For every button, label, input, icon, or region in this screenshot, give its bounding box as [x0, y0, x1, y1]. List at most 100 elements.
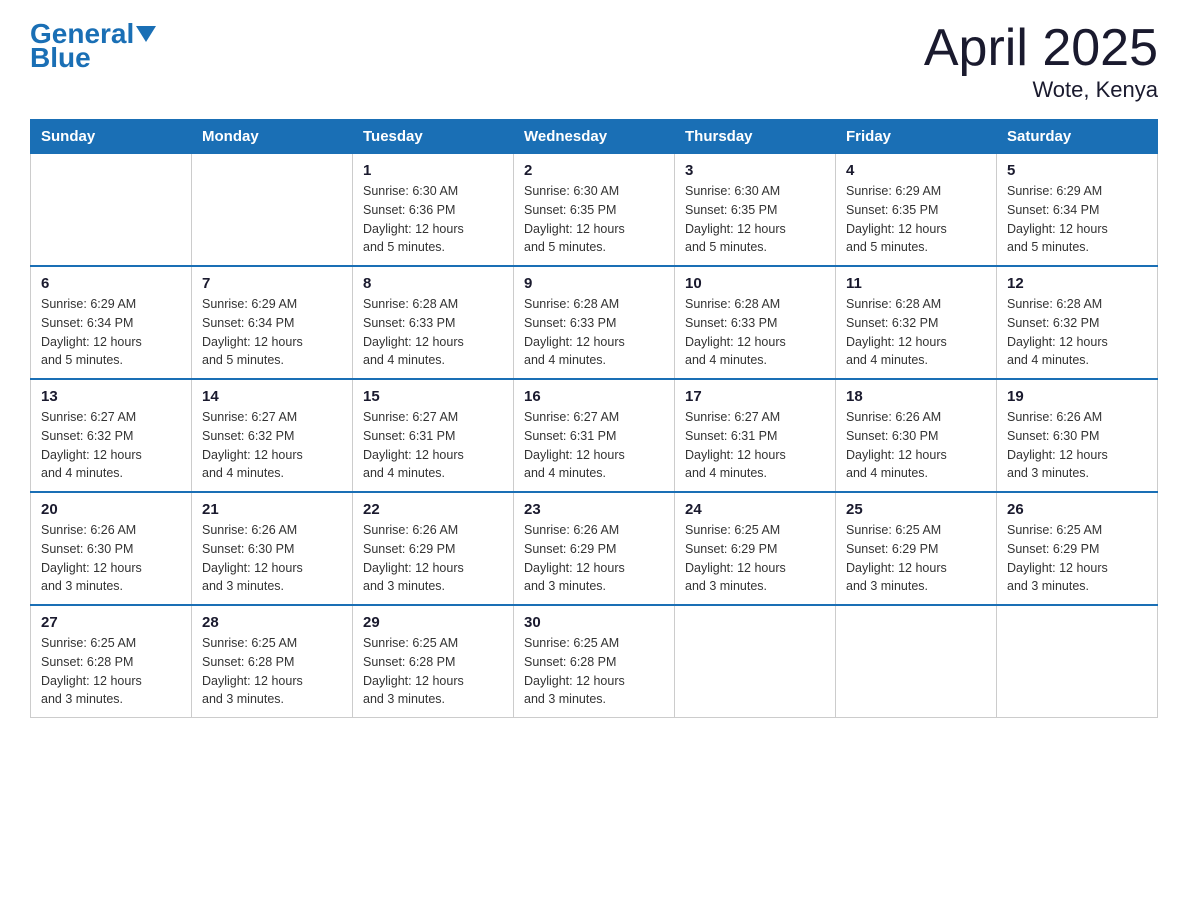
calendar-table: SundayMondayTuesdayWednesdayThursdayFrid…	[30, 119, 1158, 718]
calendar-cell: 19Sunrise: 6:26 AMSunset: 6:30 PMDayligh…	[997, 379, 1158, 492]
calendar-cell: 2 Sunrise: 6:30 AMSunset: 6:35 PMDaylight…	[514, 154, 675, 267]
calendar-cell: 6Sunrise: 6:29 AMSunset: 6:34 PMDaylight…	[31, 266, 192, 379]
calendar-cell: 4 Sunrise: 6:29 AMSunset: 6:35 PMDaylight…	[836, 154, 997, 267]
calendar-week-row: 6Sunrise: 6:29 AMSunset: 6:34 PMDaylight…	[31, 266, 1158, 379]
calendar-cell: 18Sunrise: 6:26 AMSunset: 6:30 PMDayligh…	[836, 379, 997, 492]
day-number: 25	[846, 501, 986, 518]
calendar-cell: 28 Sunrise: 6:25 AMSunset: 6:28 PMDayligh…	[192, 605, 353, 718]
day-number: 10	[685, 275, 825, 292]
calendar-cell: 20 Sunrise: 6:26 AMSunset: 6:30 PMDayligh…	[31, 492, 192, 605]
column-header-monday: Monday	[192, 120, 353, 154]
page-header: General Blue April 2025 Wote, Kenya	[30, 20, 1158, 103]
day-info: Sunrise: 6:27 AMSunset: 6:31 PMDaylight:…	[685, 408, 825, 483]
day-number: 30	[524, 614, 664, 631]
column-header-thursday: Thursday	[675, 120, 836, 154]
calendar-cell: 30 Sunrise: 6:25 AMSunset: 6:28 PMDayligh…	[514, 605, 675, 718]
day-info: Sunrise: 6:27 AMSunset: 6:31 PMDaylight:…	[524, 408, 664, 483]
day-info: Sunrise: 6:26 AMSunset: 6:30 PMDaylight:…	[202, 521, 342, 596]
day-info: Sunrise: 6:28 AMSunset: 6:33 PMDaylight:…	[524, 295, 664, 370]
column-header-friday: Friday	[836, 120, 997, 154]
day-info: Sunrise: 6:30 AMSunset: 6:35 PMDaylight:…	[524, 182, 664, 257]
day-number: 4	[846, 162, 986, 179]
day-info: Sunrise: 6:30 AMSunset: 6:35 PMDaylight:…	[685, 182, 825, 257]
day-info: Sunrise: 6:26 AMSunset: 6:29 PMDaylight:…	[524, 521, 664, 596]
calendar-cell	[31, 154, 192, 267]
day-info: Sunrise: 6:28 AMSunset: 6:33 PMDaylight:…	[363, 295, 503, 370]
calendar-cell: 3 Sunrise: 6:30 AMSunset: 6:35 PMDaylight…	[675, 154, 836, 267]
day-info: Sunrise: 6:28 AMSunset: 6:32 PMDaylight:…	[1007, 295, 1147, 370]
day-number: 13	[41, 388, 181, 405]
day-info: Sunrise: 6:25 AMSunset: 6:28 PMDaylight:…	[363, 634, 503, 709]
calendar-cell: 9Sunrise: 6:28 AMSunset: 6:33 PMDaylight…	[514, 266, 675, 379]
day-info: Sunrise: 6:26 AMSunset: 6:29 PMDaylight:…	[363, 521, 503, 596]
calendar-cell: 17 Sunrise: 6:27 AMSunset: 6:31 PMDayligh…	[675, 379, 836, 492]
day-info: Sunrise: 6:29 AMSunset: 6:34 PMDaylight:…	[1007, 182, 1147, 257]
calendar-week-row: 1Sunrise: 6:30 AMSunset: 6:36 PMDaylight…	[31, 154, 1158, 267]
logo-blue: Blue	[30, 44, 156, 72]
day-info: Sunrise: 6:26 AMSunset: 6:30 PMDaylight:…	[1007, 408, 1147, 483]
calendar-week-row: 27 Sunrise: 6:25 AMSunset: 6:28 PMDayligh…	[31, 605, 1158, 718]
calendar-week-row: 20 Sunrise: 6:26 AMSunset: 6:30 PMDayligh…	[31, 492, 1158, 605]
day-info: Sunrise: 6:28 AMSunset: 6:32 PMDaylight:…	[846, 295, 986, 370]
day-info: Sunrise: 6:25 AMSunset: 6:29 PMDaylight:…	[846, 521, 986, 596]
column-header-saturday: Saturday	[997, 120, 1158, 154]
column-header-sunday: Sunday	[31, 120, 192, 154]
calendar-cell: 16 Sunrise: 6:27 AMSunset: 6:31 PMDayligh…	[514, 379, 675, 492]
calendar-cell: 10 Sunrise: 6:28 AMSunset: 6:33 PMDayligh…	[675, 266, 836, 379]
day-number: 29	[363, 614, 503, 631]
day-number: 26	[1007, 501, 1147, 518]
day-info: Sunrise: 6:27 AMSunset: 6:31 PMDaylight:…	[363, 408, 503, 483]
day-info: Sunrise: 6:25 AMSunset: 6:29 PMDaylight:…	[1007, 521, 1147, 596]
day-info: Sunrise: 6:27 AMSunset: 6:32 PMDaylight:…	[202, 408, 342, 483]
day-number: 16	[524, 388, 664, 405]
calendar-cell: 5 Sunrise: 6:29 AMSunset: 6:34 PMDaylight…	[997, 154, 1158, 267]
calendar-cell	[675, 605, 836, 718]
calendar-cell: 13 Sunrise: 6:27 AMSunset: 6:32 PMDayligh…	[31, 379, 192, 492]
day-info: Sunrise: 6:25 AMSunset: 6:29 PMDaylight:…	[685, 521, 825, 596]
day-info: Sunrise: 6:25 AMSunset: 6:28 PMDaylight:…	[41, 634, 181, 709]
day-number: 24	[685, 501, 825, 518]
day-info: Sunrise: 6:28 AMSunset: 6:33 PMDaylight:…	[685, 295, 825, 370]
calendar-subtitle: Wote, Kenya	[924, 77, 1158, 103]
day-number: 21	[202, 501, 342, 518]
day-number: 18	[846, 388, 986, 405]
calendar-title: April 2025	[924, 20, 1158, 77]
calendar-cell: 12 Sunrise: 6:28 AMSunset: 6:32 PMDayligh…	[997, 266, 1158, 379]
calendar-cell	[997, 605, 1158, 718]
calendar-cell: 14 Sunrise: 6:27 AMSunset: 6:32 PMDayligh…	[192, 379, 353, 492]
calendar-cell: 15Sunrise: 6:27 AMSunset: 6:31 PMDayligh…	[353, 379, 514, 492]
day-number: 27	[41, 614, 181, 631]
column-header-wednesday: Wednesday	[514, 120, 675, 154]
day-number: 20	[41, 501, 181, 518]
day-number: 3	[685, 162, 825, 179]
column-header-tuesday: Tuesday	[353, 120, 514, 154]
day-info: Sunrise: 6:26 AMSunset: 6:30 PMDaylight:…	[41, 521, 181, 596]
day-number: 1	[363, 162, 503, 179]
calendar-cell: 11 Sunrise: 6:28 AMSunset: 6:32 PMDayligh…	[836, 266, 997, 379]
calendar-cell: 24 Sunrise: 6:25 AMSunset: 6:29 PMDayligh…	[675, 492, 836, 605]
logo-triangle	[136, 26, 156, 42]
day-number: 22	[363, 501, 503, 518]
day-number: 14	[202, 388, 342, 405]
day-number: 2	[524, 162, 664, 179]
calendar-cell: 27 Sunrise: 6:25 AMSunset: 6:28 PMDayligh…	[31, 605, 192, 718]
day-number: 28	[202, 614, 342, 631]
calendar-cell: 7Sunrise: 6:29 AMSunset: 6:34 PMDaylight…	[192, 266, 353, 379]
day-info: Sunrise: 6:25 AMSunset: 6:28 PMDaylight:…	[202, 634, 342, 709]
day-number: 11	[846, 275, 986, 292]
day-number: 12	[1007, 275, 1147, 292]
calendar-cell: 25 Sunrise: 6:25 AMSunset: 6:29 PMDayligh…	[836, 492, 997, 605]
day-number: 7	[202, 275, 342, 292]
day-number: 17	[685, 388, 825, 405]
day-info: Sunrise: 6:27 AMSunset: 6:32 PMDaylight:…	[41, 408, 181, 483]
calendar-cell	[836, 605, 997, 718]
day-number: 5	[1007, 162, 1147, 179]
day-info: Sunrise: 6:29 AMSunset: 6:34 PMDaylight:…	[41, 295, 181, 370]
title-block: April 2025 Wote, Kenya	[924, 20, 1158, 103]
calendar-header-row: SundayMondayTuesdayWednesdayThursdayFrid…	[31, 120, 1158, 154]
day-info: Sunrise: 6:29 AMSunset: 6:35 PMDaylight:…	[846, 182, 986, 257]
calendar-cell: 21 Sunrise: 6:26 AMSunset: 6:30 PMDayligh…	[192, 492, 353, 605]
day-info: Sunrise: 6:25 AMSunset: 6:28 PMDaylight:…	[524, 634, 664, 709]
calendar-cell: 1Sunrise: 6:30 AMSunset: 6:36 PMDaylight…	[353, 154, 514, 267]
calendar-cell: 22 Sunrise: 6:26 AMSunset: 6:29 PMDayligh…	[353, 492, 514, 605]
